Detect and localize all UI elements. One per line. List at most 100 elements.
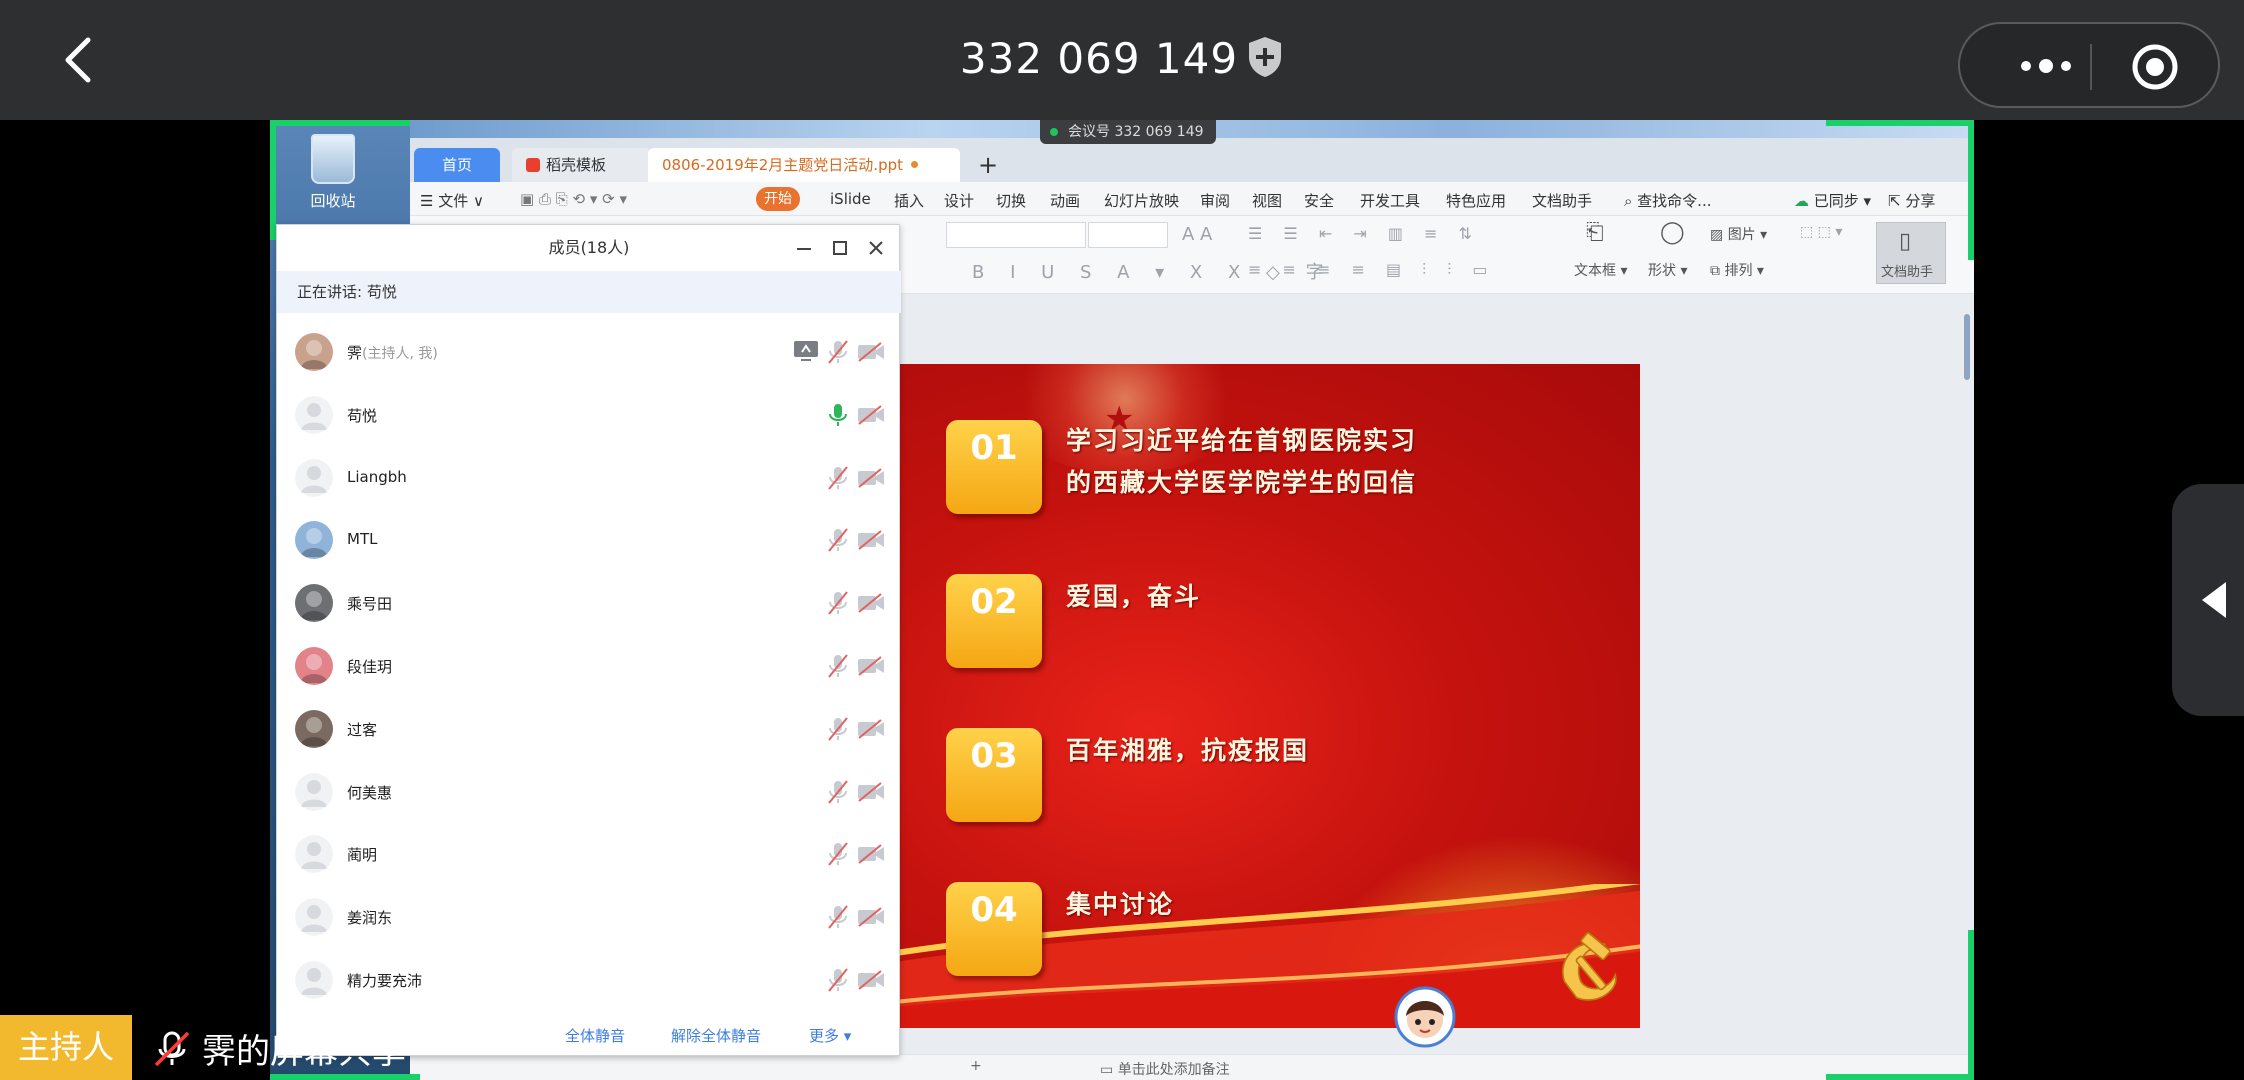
presenter-avatar[interactable] [1394,986,1456,1052]
shape-button[interactable]: 形状 ▾ [1648,260,1687,280]
recycle-bin-icon [311,134,355,184]
screen-share-icon[interactable] [793,339,819,363]
mic-muted-icon[interactable] [827,779,849,805]
menu-slideshow[interactable]: 幻灯片放映 [1104,190,1179,211]
more-options-button[interactable]: 更多 ▾ [809,1025,851,1046]
more-button[interactable] [2014,48,2090,84]
menu-design[interactable]: 设计 [944,190,974,211]
menu-animation[interactable]: 动画 [1050,190,1080,211]
minimize-icon[interactable] [791,235,817,261]
member-row[interactable]: Liangbh [277,447,901,509]
menu-file[interactable]: ☰ 文件 ∨ [420,190,484,211]
menu-special[interactable]: 特色应用 [1446,190,1506,211]
share-button[interactable]: ⇱ 分享 [1888,190,1935,211]
avatar [295,647,333,685]
menu-review[interactable]: 审阅 [1200,190,1230,211]
new-tab-button[interactable]: + [970,148,1006,182]
camera-off-icon[interactable] [857,781,885,803]
member-row[interactable]: 姜润东 [277,886,901,948]
quick-access-icons[interactable]: ▣ ⎙ ⎘ ⟲ ▾ ⟳ ▾ [520,190,627,208]
top-bar: 332 069 149 [0,0,2244,120]
share-frame-bottom-right [1826,1074,1974,1080]
font-name-select[interactable] [946,222,1086,248]
menu-doc-assistant[interactable]: 文档助手 [1532,190,1592,211]
recycle-bin[interactable]: 回收站 [288,134,378,211]
avatar [295,709,333,748]
member-row[interactable]: 过客 [277,698,901,760]
mic-muted-icon[interactable] [827,841,849,867]
camera-off-icon[interactable] [857,906,885,928]
textbox-icon: ⎗ [1586,220,1604,245]
maximize-icon[interactable] [827,235,853,261]
default-avatar-icon [295,898,333,937]
member-row[interactable]: 何美惠 [277,761,901,823]
camera-off-icon[interactable] [857,592,885,614]
side-panel-toggle[interactable] [2172,484,2244,716]
meeting-number-title[interactable]: 332 069 149 [0,34,2244,83]
mic-muted-icon[interactable] [827,527,849,553]
record-button[interactable] [2130,42,2180,92]
camera-off-icon[interactable] [857,655,885,677]
mic-muted-icon[interactable] [827,339,849,365]
camera-off-icon[interactable] [857,341,885,363]
menu-islide[interactable]: iSlide [830,190,871,208]
member-row[interactable]: 精力要充沛 [277,949,901,1011]
mic-muted-icon[interactable] [827,653,849,679]
arrange-label: 排列 ▾ [1724,263,1764,279]
menu-dev-tools[interactable]: 开发工具 [1360,190,1420,211]
mic-muted-icon[interactable] [827,967,849,993]
member-name: 乘号田 [347,593,392,614]
member-row[interactable]: MTL [277,509,901,571]
doc-assistant-ribbon-button[interactable]: ▯ 文档助手 [1876,222,1946,284]
camera-off-icon[interactable] [857,969,885,991]
mic-muted-icon[interactable] [827,465,849,491]
tab-document[interactable]: 0806-2019年2月主题党日活动.ppt [648,148,960,182]
menu-security[interactable]: 安全 [1304,190,1334,211]
list-format-group[interactable]: ☰ ☰ ⇤ ⇥ ▥ ≡ ⇅ [1248,224,1480,243]
menu-start[interactable]: 开始 [756,187,800,211]
share-icon: ⇱ [1888,192,1906,210]
camera-off-icon[interactable] [857,529,885,551]
member-row[interactable]: 蔺明 [277,823,901,885]
mic-muted-icon[interactable] [827,590,849,616]
notes-strip[interactable]: + ▭ 单击此处添加备注 [410,1054,1974,1080]
screen-meeting-tag: 会议号 332 069 149 [1040,120,1216,144]
textbox-button[interactable]: 文本框 ▾ [1574,260,1627,280]
sync-status[interactable]: ☁ 已同步 ▾ [1794,190,1871,211]
unmute-all-button[interactable]: 解除全体静音 [671,1025,761,1046]
vertical-scrollbar[interactable] [1964,314,1970,380]
member-row[interactable]: 霁(主持人, 我) [277,321,901,383]
mic-muted-icon[interactable] [827,904,849,930]
font-size-select[interactable] [1088,222,1168,248]
arrange-button[interactable]: ⧉ 排列 ▾ [1710,260,1764,280]
mic-active-icon[interactable] [827,402,849,428]
close-icon[interactable] [863,235,889,261]
camera-off-icon[interactable] [857,467,885,489]
camera-off-icon[interactable] [857,718,885,740]
mic-muted-icon[interactable] [827,716,849,742]
member-row[interactable]: 苟悦 [277,384,901,446]
member-name-text: 蔺明 [347,846,378,865]
camera-off-icon[interactable] [857,843,885,865]
tab-home[interactable]: 首页 [414,148,500,182]
menu-insert[interactable]: 插入 [894,190,924,211]
camera-off-icon[interactable] [857,404,885,426]
font-size-buttons[interactable]: A A [1182,224,1212,245]
menu-view[interactable]: 视图 [1252,190,1282,211]
menu-transition[interactable]: 切换 [996,190,1026,211]
picture-label: 图片 ▾ [1727,227,1768,243]
align-group[interactable]: ≡ ≡ ≡ ≡ ▤ ⫶ ⫶ ▭ [1248,260,1495,280]
share-frame-right-top [1968,120,1974,260]
hammer-sickle-small-icon [1562,932,1617,1001]
mute-all-button[interactable]: 全体静音 [565,1025,625,1046]
note-icon: ▭ [1100,1062,1118,1078]
tab-templates[interactable]: 稻壳模板 [512,148,652,182]
member-name-text: 过客 [347,720,378,739]
command-search[interactable]: ⌕ 查找命令... [1624,190,1711,211]
member-row[interactable]: 段佳玥 [277,635,901,697]
docer-logo-icon [526,158,540,172]
add-slide-icon[interactable]: + [970,1058,982,1074]
shape-icon: ◯ [1660,220,1685,245]
member-row[interactable]: 乘号田 [277,572,901,634]
picture-button[interactable]: ▨ 图片 ▾ [1710,224,1767,244]
